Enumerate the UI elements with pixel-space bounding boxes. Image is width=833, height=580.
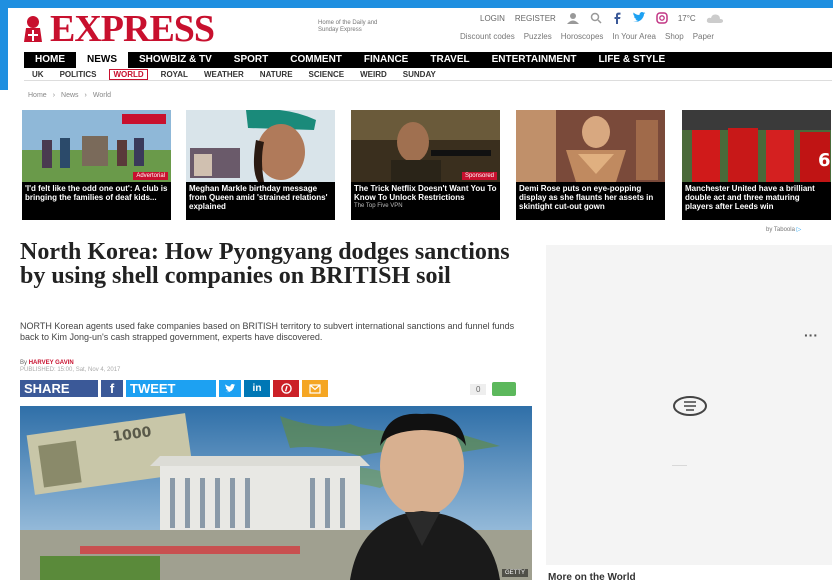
promo-caption: Demi Rose puts on eye-popping display as… (516, 182, 665, 220)
byline-prefix: By (20, 360, 28, 366)
nav-finance[interactable]: FINANCE (353, 52, 419, 68)
nav-life-style[interactable]: LIFE & STYLE (587, 52, 676, 68)
ad-label: ——— (672, 463, 687, 469)
utility-row: LOGIN REGISTER 17°C (480, 12, 724, 24)
promo-caption: Meghan Markle birthday message from Quee… (186, 182, 335, 220)
nav-travel[interactable]: TRAVEL (419, 52, 480, 68)
promo-caption: 'I'd felt like the odd one out': A club … (22, 182, 171, 220)
subnav-royal[interactable]: ROYAL (153, 70, 196, 79)
puzzles-link[interactable]: Puzzles (524, 32, 552, 41)
crusader-icon (24, 16, 42, 42)
promo-tag: Sponsored (461, 172, 497, 180)
nav-news[interactable]: NEWS (76, 52, 128, 68)
image-credit: GETTY (501, 569, 528, 577)
breadcrumb: Home › News › World (28, 92, 111, 99)
horoscopes-link[interactable]: Horoscopes (561, 32, 604, 41)
promo-caption-text: The Trick Netflix Doesn't Want You To Kn… (354, 184, 497, 202)
nav-entertainment[interactable]: ENTERTAINMENT (481, 52, 588, 68)
user-icon[interactable] (566, 12, 580, 24)
nav-home[interactable]: HOME (24, 52, 76, 68)
twitter-share-icon[interactable] (219, 380, 241, 397)
breadcrumb-separator: › (84, 92, 87, 99)
temperature: 17°C (677, 13, 696, 23)
promo-tag: Advertorial (133, 172, 168, 180)
main-nav: HOME NEWS SHOWBIZ & TV SPORT COMMENT FIN… (24, 52, 832, 68)
promo-card[interactable]: Meghan Markle birthday message from Quee… (186, 110, 335, 220)
email-share-icon[interactable] (302, 380, 328, 397)
twitter-icon[interactable] (632, 12, 646, 24)
taboola-credit[interactable]: by Taboola ▷ (766, 226, 801, 233)
shop-link[interactable]: Shop (665, 32, 684, 41)
promo-card[interactable]: Sponsored The Trick Netflix Doesn't Want… (351, 110, 500, 220)
subnav-weather[interactable]: WEATHER (196, 70, 252, 79)
facebook-share-icon[interactable]: f (101, 380, 123, 397)
promo-caption: The Trick Netflix Doesn't Want You To Kn… (351, 182, 500, 220)
facebook-icon[interactable] (612, 12, 622, 24)
subnav-world[interactable]: WORLD (109, 68, 148, 80)
masthead: EXPRESS Home of the Daily and Sunday Exp… (20, 8, 832, 52)
subnav-nature[interactable]: NATURE (252, 70, 301, 79)
search-icon[interactable] (590, 12, 602, 24)
promo-card[interactable]: Advertorial 'I'd felt like the odd one o… (22, 110, 171, 220)
tagline: Home of the Daily and Sunday Express (318, 20, 378, 33)
share-bar: SHARE f TWEET in (20, 380, 328, 397)
promo-image-man-utd: 6 (682, 110, 831, 182)
subnav-sunday[interactable]: SUNDAY (395, 70, 444, 79)
breadcrumb-home[interactable]: Home (28, 92, 47, 99)
register-link[interactable]: REGISTER (515, 14, 556, 23)
paper-link[interactable]: Paper (693, 32, 714, 41)
promo-image-meghan (186, 110, 335, 182)
taboola-play-icon: ▷ (796, 227, 802, 233)
article-hero-image[interactable]: 1000 GETTY (20, 406, 532, 580)
subnav-science[interactable]: SCIENCE (301, 70, 353, 79)
more-on-world-heading: More on the World (548, 572, 636, 580)
cloud-icon (706, 13, 723, 23)
share-facebook-button[interactable]: SHARE (20, 380, 98, 397)
ad-logo-icon (673, 396, 707, 416)
tweet-button[interactable]: TWEET (126, 380, 216, 397)
svg-text:6: 6 (818, 150, 831, 171)
page: EXPRESS Home of the Daily and Sunday Exp… (0, 0, 833, 580)
breadcrumb-news[interactable]: News (61, 92, 79, 99)
express-logo[interactable]: EXPRESS (20, 8, 215, 50)
in-your-area-link[interactable]: In Your Area (612, 32, 656, 41)
promo-card[interactable]: Demi Rose puts on eye-popping display as… (516, 110, 665, 220)
subnav-politics[interactable]: POLITICS (52, 70, 105, 79)
instagram-icon[interactable] (656, 12, 668, 24)
comment-bubble-icon (492, 382, 517, 396)
taboola-label: by Taboola (766, 227, 795, 233)
byline: By HARVEY GAVIN (20, 360, 74, 366)
breadcrumb-separator: › (52, 92, 56, 99)
subnav-weird[interactable]: WEIRD (352, 70, 395, 79)
window-frame-left (0, 0, 8, 90)
breadcrumb-world[interactable]: World (93, 92, 111, 99)
nav-comment[interactable]: COMMENT (279, 52, 353, 68)
nav-sport[interactable]: SPORT (223, 52, 279, 68)
promo-sponsor: The Top Five VPN (354, 203, 403, 209)
linkedin-share-icon[interactable]: in (244, 380, 270, 397)
hero-illustration: 1000 (20, 406, 532, 580)
article-headline: North Korea: How Pyongyang dodges sancti… (20, 239, 510, 289)
pinterest-share-icon[interactable] (273, 380, 299, 397)
published-date: PUBLISHED: 15:00, Sat, Nov 4, 2017 (20, 367, 121, 373)
advertisement[interactable]: ··· ——— (546, 245, 832, 565)
window-frame-top (0, 0, 833, 8)
logo-text: EXPRESS (50, 8, 215, 50)
promo-card[interactable]: 6 Manchester United have a brilliant dou… (682, 110, 831, 220)
nav-showbiz-tv[interactable]: SHOWBIZ & TV (128, 52, 223, 68)
sub-nav: UK POLITICS WORLD ROYAL WEATHER NATURE S… (24, 68, 832, 81)
article-standfirst: NORTH Korean agents used fake companies … (20, 321, 515, 342)
comments-link[interactable]: 0 (470, 382, 517, 396)
discount-codes-link[interactable]: Discount codes (460, 32, 515, 41)
login-link[interactable]: LOGIN (480, 14, 505, 23)
promo-image-demi-rose (516, 110, 665, 182)
utility-links: Discount codes Puzzles Horoscopes In You… (460, 32, 714, 41)
subnav-uk[interactable]: UK (24, 70, 52, 79)
comment-count: 0 (470, 383, 487, 395)
more-options-icon[interactable]: ··· (804, 327, 818, 343)
author-link[interactable]: HARVEY GAVIN (29, 360, 74, 366)
promo-caption: Manchester United have a brilliant doubl… (682, 182, 831, 220)
